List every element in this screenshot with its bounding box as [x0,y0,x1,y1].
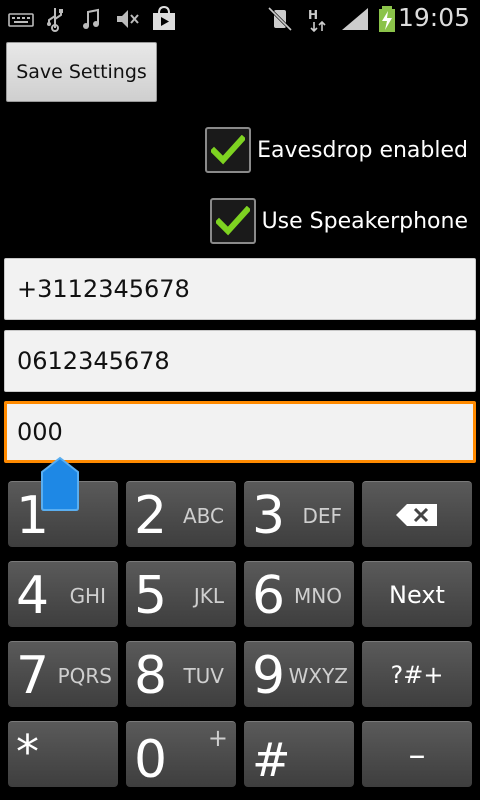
music-icon [83,8,99,29]
key-star[interactable]: * [8,721,118,787]
keyboard-icon [8,13,34,27]
hsdpa-icon: H [308,8,326,32]
clock: 19:05 [397,3,470,32]
mute-icon [117,10,139,28]
next-key[interactable]: Next [362,561,472,627]
symbols-key[interactable]: ?#+ [362,641,472,707]
input-value: 000 [17,418,63,446]
key-hash[interactable]: # [244,721,354,787]
eavesdrop-checkbox-row[interactable]: Eavesdrop enabled [205,126,468,174]
save-settings-button[interactable]: Save Settings [6,42,157,102]
key-0[interactable]: 0 + [126,721,236,790]
phone-number-input-2[interactable]: 0612345678 [4,330,476,392]
checkmark-icon [215,206,250,236]
input-value: +3112345678 [17,275,190,303]
save-settings-label: Save Settings [16,61,147,83]
backspace-key[interactable] [362,481,472,547]
eavesdrop-label: Eavesdrop enabled [257,137,468,163]
key-2[interactable]: 2 ABC [126,481,236,547]
key-5[interactable]: 5 JKL [126,561,236,627]
key-3[interactable]: 3 DEF [244,481,354,547]
battery-charging-icon [379,6,395,32]
phone-number-input-1[interactable]: +3112345678 [4,258,476,320]
backspace-icon [396,503,437,526]
eavesdrop-checkbox[interactable] [205,127,252,173]
checkmark-icon [211,135,246,165]
text-cursor-handle[interactable] [40,456,80,512]
speakerphone-checkbox-row[interactable]: Use Speakerphone [209,197,468,245]
play-store-icon [153,6,175,30]
status-bar: H 19:05 [0,0,480,38]
input-value: 0612345678 [17,347,170,375]
code-input[interactable]: 000 [4,401,476,463]
key-7[interactable]: 7 PQRS [8,641,118,707]
key-8[interactable]: 8 TUV [126,641,236,707]
svg-text:H: H [308,8,318,22]
vibrate-off-icon [267,6,293,32]
key-4[interactable]: 4 GHI [8,561,118,627]
minus-key[interactable]: – [362,721,472,787]
speakerphone-label: Use Speakerphone [261,208,468,234]
usb-icon [47,8,63,32]
speakerphone-checkbox[interactable] [209,198,256,244]
numeric-keypad: 1 2 ABC 3 DEF 4 GHI 5 JKL 6 MNO Next 7 P… [0,472,480,800]
key-6[interactable]: 6 MNO [244,561,354,627]
signal-icon [342,8,368,30]
key-9[interactable]: 9 WXYZ [244,641,354,707]
